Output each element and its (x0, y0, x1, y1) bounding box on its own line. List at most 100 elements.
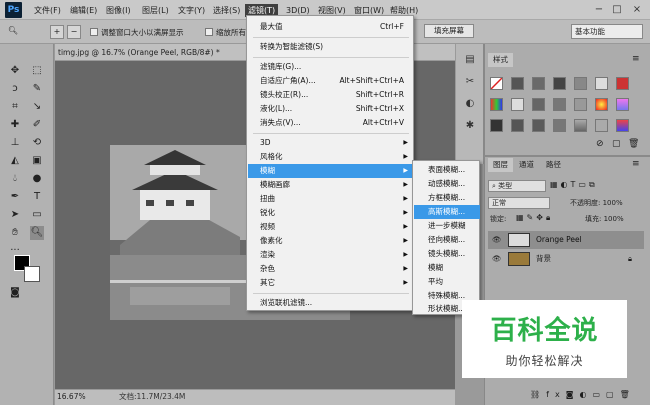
panel-menu-icon[interactable]: ≡ (632, 54, 640, 64)
zoom-tool-icon[interactable]: 🔍︎ (6, 25, 20, 39)
style-none-swatch[interactable] (490, 77, 503, 90)
style-swatch[interactable] (574, 119, 587, 132)
menu-item-distort[interactable]: 扭曲 ▶ (248, 192, 412, 206)
move-tool-icon[interactable]: ✥ (8, 64, 22, 78)
style-swatch[interactable] (595, 77, 608, 90)
style-swatch[interactable] (616, 77, 629, 90)
menu-item-blur-gallery[interactable]: 模糊画廊 ▶ (248, 178, 412, 192)
style-swatch[interactable] (616, 119, 629, 132)
marquee-tool-icon[interactable]: ⬚ (30, 64, 44, 78)
layer-row-orange-peel[interactable]: 👁︎ Orange Peel (488, 231, 644, 249)
menu-item-stylize[interactable]: 风格化 ▶ (248, 150, 412, 164)
menu-item-last-filter[interactable]: 最大值 Ctrl+F (248, 20, 412, 34)
menu-type[interactable]: 文字(Y) (178, 4, 205, 17)
tab-channels[interactable]: 通道 (514, 158, 539, 172)
stamp-tool-icon[interactable]: ⊥ (8, 136, 22, 150)
menu-item-noise[interactable]: 杂色 ▶ (248, 262, 412, 276)
menu-item-adaptive-wide-angle[interactable]: 自适应广角(A)... Alt+Shift+Ctrl+A (248, 74, 412, 88)
tab-layers[interactable]: 图层 (488, 158, 513, 172)
lock-icons[interactable]: ▦✎✥🔒︎ (516, 213, 553, 223)
blend-mode-select[interactable]: 正常 (488, 197, 550, 209)
fill-screen-button[interactable]: 填充屏幕 (424, 24, 474, 38)
style-swatch[interactable] (574, 77, 587, 90)
menu-item-vanishing-point[interactable]: 消失点(V)... Alt+Ctrl+V (248, 116, 412, 130)
menu-item-convert-smart[interactable]: 转换为智能滤镜(S) (248, 40, 412, 54)
delete-style-icon[interactable]: 🗑︎ (628, 139, 639, 149)
zoom-all-checkbox[interactable] (205, 28, 213, 36)
menu-item-blur[interactable]: 模糊 ▶ (248, 164, 412, 178)
type-tool-icon[interactable]: T (30, 190, 44, 204)
style-swatch[interactable] (532, 119, 545, 132)
history-brush-icon[interactable]: ⟲ (30, 136, 44, 150)
style-swatch[interactable] (532, 98, 545, 111)
eraser-tool-icon[interactable]: ◭ (8, 154, 22, 168)
zoom-in-icon[interactable]: + (50, 25, 64, 39)
submenu-box-blur[interactable]: 方框模糊... (414, 191, 480, 205)
eye-icon[interactable]: 👁︎ (492, 231, 502, 249)
healing-tool-icon[interactable]: ✚ (8, 118, 22, 132)
menu-item-browse-online[interactable]: 浏览联机滤镜... (248, 296, 412, 310)
brush-tool-icon[interactable]: ✐ (30, 118, 44, 132)
style-swatch[interactable] (553, 77, 566, 90)
close-icon[interactable]: × (630, 3, 644, 16)
zoom-out-icon[interactable]: − (67, 25, 81, 39)
crop-tool-icon[interactable]: ⌗ (8, 100, 22, 114)
menu-select[interactable]: 选择(S) (213, 4, 240, 17)
hand-tool-icon[interactable]: ✋︎ (8, 226, 22, 240)
menu-item-filter-gallery[interactable]: 滤镜库(G)... (248, 60, 412, 74)
properties-panel-icon[interactable]: ✂ (462, 74, 478, 90)
document-tab[interactable]: timg.jpg @ 16.7% (Orange Peel, RGB/8#) * (58, 46, 220, 60)
style-swatch[interactable] (532, 77, 545, 90)
menu-item-pixelate[interactable]: 像素化 ▶ (248, 234, 412, 248)
maximize-icon[interactable]: □ (610, 3, 624, 16)
zoom-readout[interactable]: 16.67% (57, 390, 86, 404)
eyedropper-tool-icon[interactable]: ↘ (30, 100, 44, 114)
layers-panel-menu-icon[interactable]: ≡ (632, 159, 640, 169)
menu-item-liquify[interactable]: 液化(L)... Shift+Ctrl+X (248, 102, 412, 116)
layer-footer-icons[interactable]: ⛓fx◙◐▭▢🗑︎ (530, 390, 636, 399)
new-style-icon[interactable]: ▢ (612, 139, 621, 149)
menu-item-video[interactable]: 视频 ▶ (248, 220, 412, 234)
style-swatch[interactable] (511, 77, 524, 90)
style-swatch[interactable] (574, 98, 587, 111)
pen-tool-icon[interactable]: ✒ (8, 190, 22, 204)
submenu-gaussian-blur[interactable]: 高斯模糊... (414, 205, 480, 219)
tab-styles[interactable]: 样式 (488, 53, 513, 67)
menu-item-sharpen[interactable]: 锐化 ▶ (248, 206, 412, 220)
menu-item-render[interactable]: 渲染 ▶ (248, 248, 412, 262)
layer-row-background[interactable]: 👁︎ 背景 🔒︎ (488, 250, 644, 268)
style-swatch[interactable] (616, 98, 629, 111)
clear-style-icon[interactable]: ⊘ (596, 139, 604, 149)
layer-filter-icons[interactable]: ▦◐T▭⧉ (550, 180, 598, 190)
lasso-tool-icon[interactable]: ↄ (8, 82, 22, 96)
quick-mask-icon[interactable]: ◙ (8, 286, 22, 300)
resize-windows-checkbox[interactable] (90, 28, 98, 36)
workspace-select[interactable]: 基本功能 (571, 24, 643, 39)
style-swatch[interactable] (595, 119, 608, 132)
adjustments-panel-icon[interactable]: ◐ (462, 96, 478, 112)
submenu-lens-blur[interactable]: 镜头模糊... (414, 247, 480, 261)
style-swatch[interactable] (490, 98, 503, 111)
layer-kind-select[interactable]: ⌕ 类型 (488, 180, 546, 192)
submenu-blur[interactable]: 模糊 (414, 261, 480, 275)
style-swatch[interactable] (511, 119, 524, 132)
path-select-tool-icon[interactable]: ➤ (8, 208, 22, 222)
opacity-field[interactable]: 不透明度: 100% (570, 198, 623, 208)
dodge-tool-icon[interactable]: ● (30, 172, 44, 186)
style-swatch[interactable] (490, 119, 503, 132)
gradient-tool-icon[interactable]: ▣ (30, 154, 44, 168)
brush-panel-icon[interactable]: ✱ (462, 118, 478, 134)
zoom-tool-active-icon[interactable]: 🔍︎ (30, 226, 44, 240)
minimize-icon[interactable]: − (592, 3, 606, 16)
menu-item-3d[interactable]: 3D ▶ (248, 136, 412, 150)
menu-edit[interactable]: 编辑(E) (70, 4, 97, 17)
style-swatch[interactable] (553, 98, 566, 111)
style-swatch[interactable] (511, 98, 524, 111)
rectangle-tool-icon[interactable]: ▭ (30, 208, 44, 222)
menu-layer[interactable]: 图层(L) (142, 4, 169, 17)
submenu-radial-blur[interactable]: 径向模糊... (414, 233, 480, 247)
fill-field[interactable]: 填充: 100% (585, 214, 624, 224)
submenu-motion-blur[interactable]: 动感模糊... (414, 177, 480, 191)
tab-paths[interactable]: 路径 (541, 158, 566, 172)
menu-item-other[interactable]: 其它 ▶ (248, 276, 412, 290)
